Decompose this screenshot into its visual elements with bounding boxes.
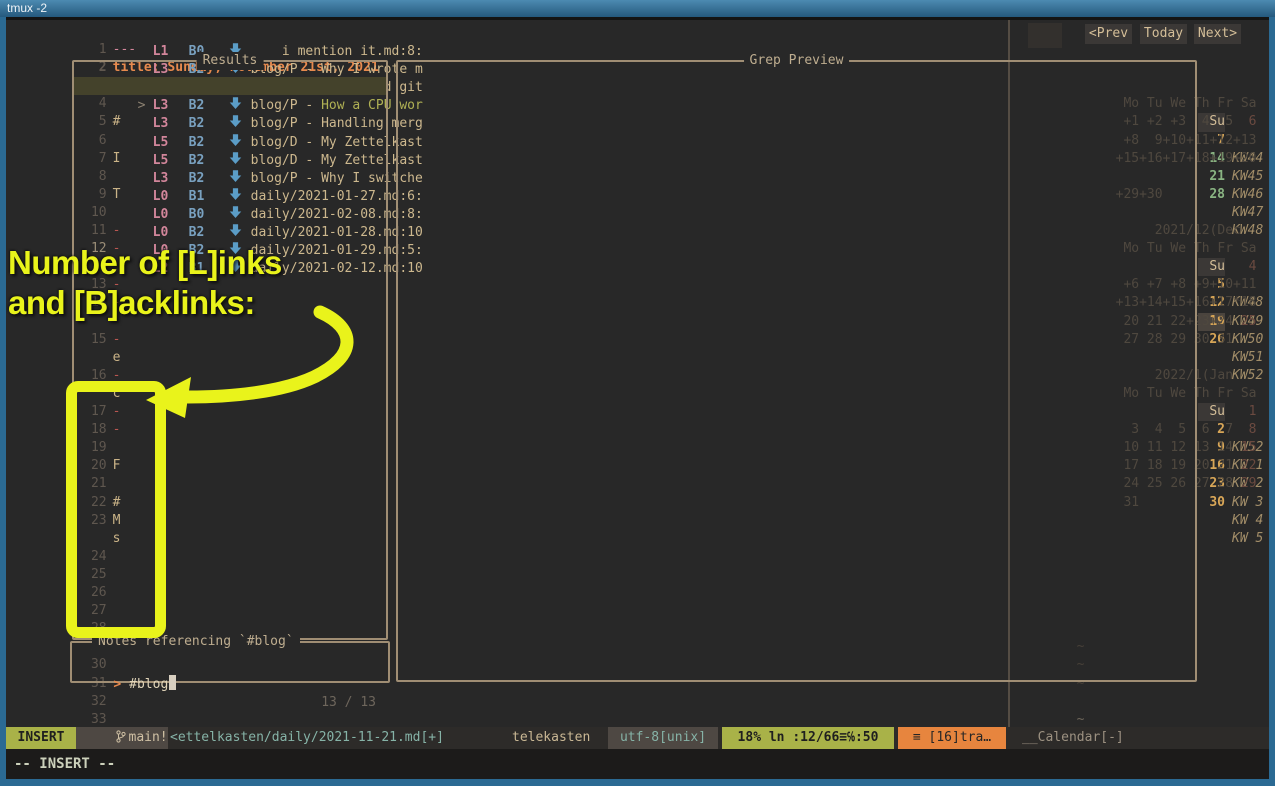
terminal-screen: tmux -2 1--- 2title: Sunday, November 21… (0, 0, 1275, 786)
branch-name: main! (129, 727, 168, 749)
grep-preview-window: Grep Preview (396, 60, 1197, 682)
results-window-title: Results (197, 52, 264, 70)
calendar-week-number: KW 4 (1232, 512, 1263, 530)
prompt-caret: > (113, 677, 121, 692)
prompt-row[interactable]: >#blog 13 / 13 (70, 657, 388, 675)
calendar-today-button[interactable]: Today (1140, 24, 1187, 44)
cursor-position: 18% ln :12/66≡℅:50 (722, 727, 894, 749)
calendar-next-button[interactable]: Next> (1194, 24, 1241, 44)
calendar-scroll-block (1028, 23, 1062, 48)
result-counter: 13 / 13 (321, 694, 376, 712)
text-cursor (169, 675, 176, 690)
empty-line-tilde: ~ (1014, 693, 1084, 711)
command-line-zone (6, 749, 1269, 779)
annotation-highlight-box (66, 381, 166, 638)
git-branch-icon (116, 730, 126, 743)
git-branch-segment: main! (76, 727, 168, 749)
annotation-line1: Number of [L]inks (8, 243, 282, 283)
calendar-prev-button[interactable]: <Prev (1085, 24, 1132, 44)
prompt-input[interactable]: #blog (129, 677, 168, 692)
terminal-top-gap (6, 17, 1269, 20)
encoding-label: utf-8[unix] (608, 727, 718, 749)
mode-indicator: INSERT (6, 727, 76, 749)
status-bar: INSERT main! <ettelkasten/daily/2021-11-… (6, 727, 1269, 749)
annotation-line2: and [B]acklinks: (8, 283, 282, 323)
trailing-whitespace-warning: ≡ [16]tra… (898, 727, 1006, 749)
file-path: <ettelkasten/daily/2021-11-21.md[+] (170, 727, 444, 749)
calendar-statusline: __Calendar[-] (1022, 727, 1124, 749)
annotation-text: Number of [L]inks and [B]acklinks: (8, 243, 282, 323)
result-item[interactable]: L1B0 i mention it.md:8: (72, 23, 388, 41)
vim-mode-message: -- INSERT -- (14, 753, 115, 775)
filetype-label: telekasten (512, 727, 590, 749)
calendar-week-number: KW 5 (1232, 530, 1263, 548)
window-title: tmux -2 (7, 1, 47, 15)
grep-preview-title: Grep Preview (744, 52, 850, 70)
window-titlebar: tmux -2 (0, 0, 1275, 17)
